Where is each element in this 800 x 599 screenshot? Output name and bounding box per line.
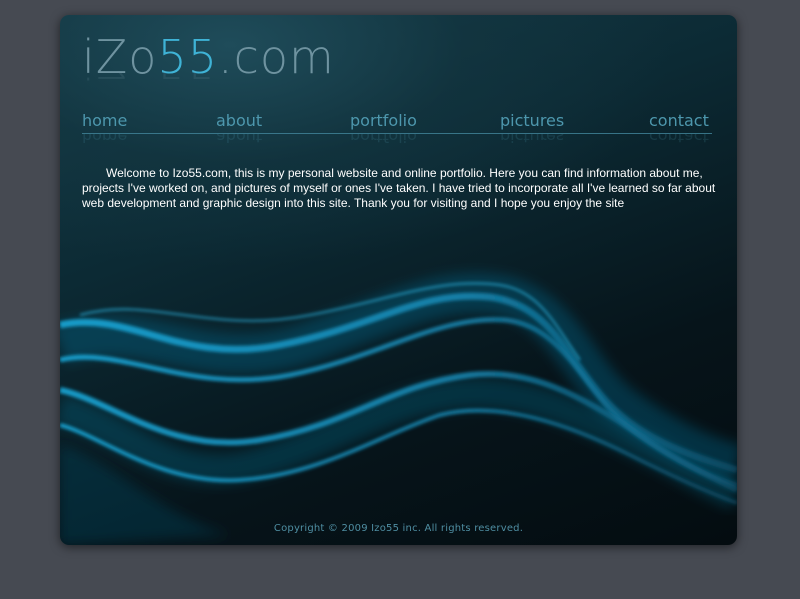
- nav-about[interactable]: about: [216, 111, 262, 131]
- nav-home[interactable]: home: [82, 111, 127, 131]
- smoke-background-graphic: [60, 273, 737, 545]
- main-nav: home about portfolio pictures contact: [82, 111, 712, 133]
- logo-reflection: iZo55.com: [82, 71, 335, 89]
- main-panel: iZo55.com iZo55.com home about portfolio…: [60, 15, 737, 545]
- copyright-text: Copyright © 2009 Izo55 inc. All rights r…: [273, 523, 524, 534]
- page: iZo55.com iZo55.com home about portfolio…: [0, 0, 800, 599]
- welcome-text: Welcome to Izo55.com, this is my persona…: [82, 166, 716, 210]
- nav-portfolio[interactable]: portfolio: [350, 111, 417, 131]
- nav-pictures[interactable]: pictures: [500, 111, 564, 131]
- nav-contact[interactable]: contact: [649, 111, 709, 131]
- nav-reflection: home about portfolio pictures contact: [82, 134, 709, 146]
